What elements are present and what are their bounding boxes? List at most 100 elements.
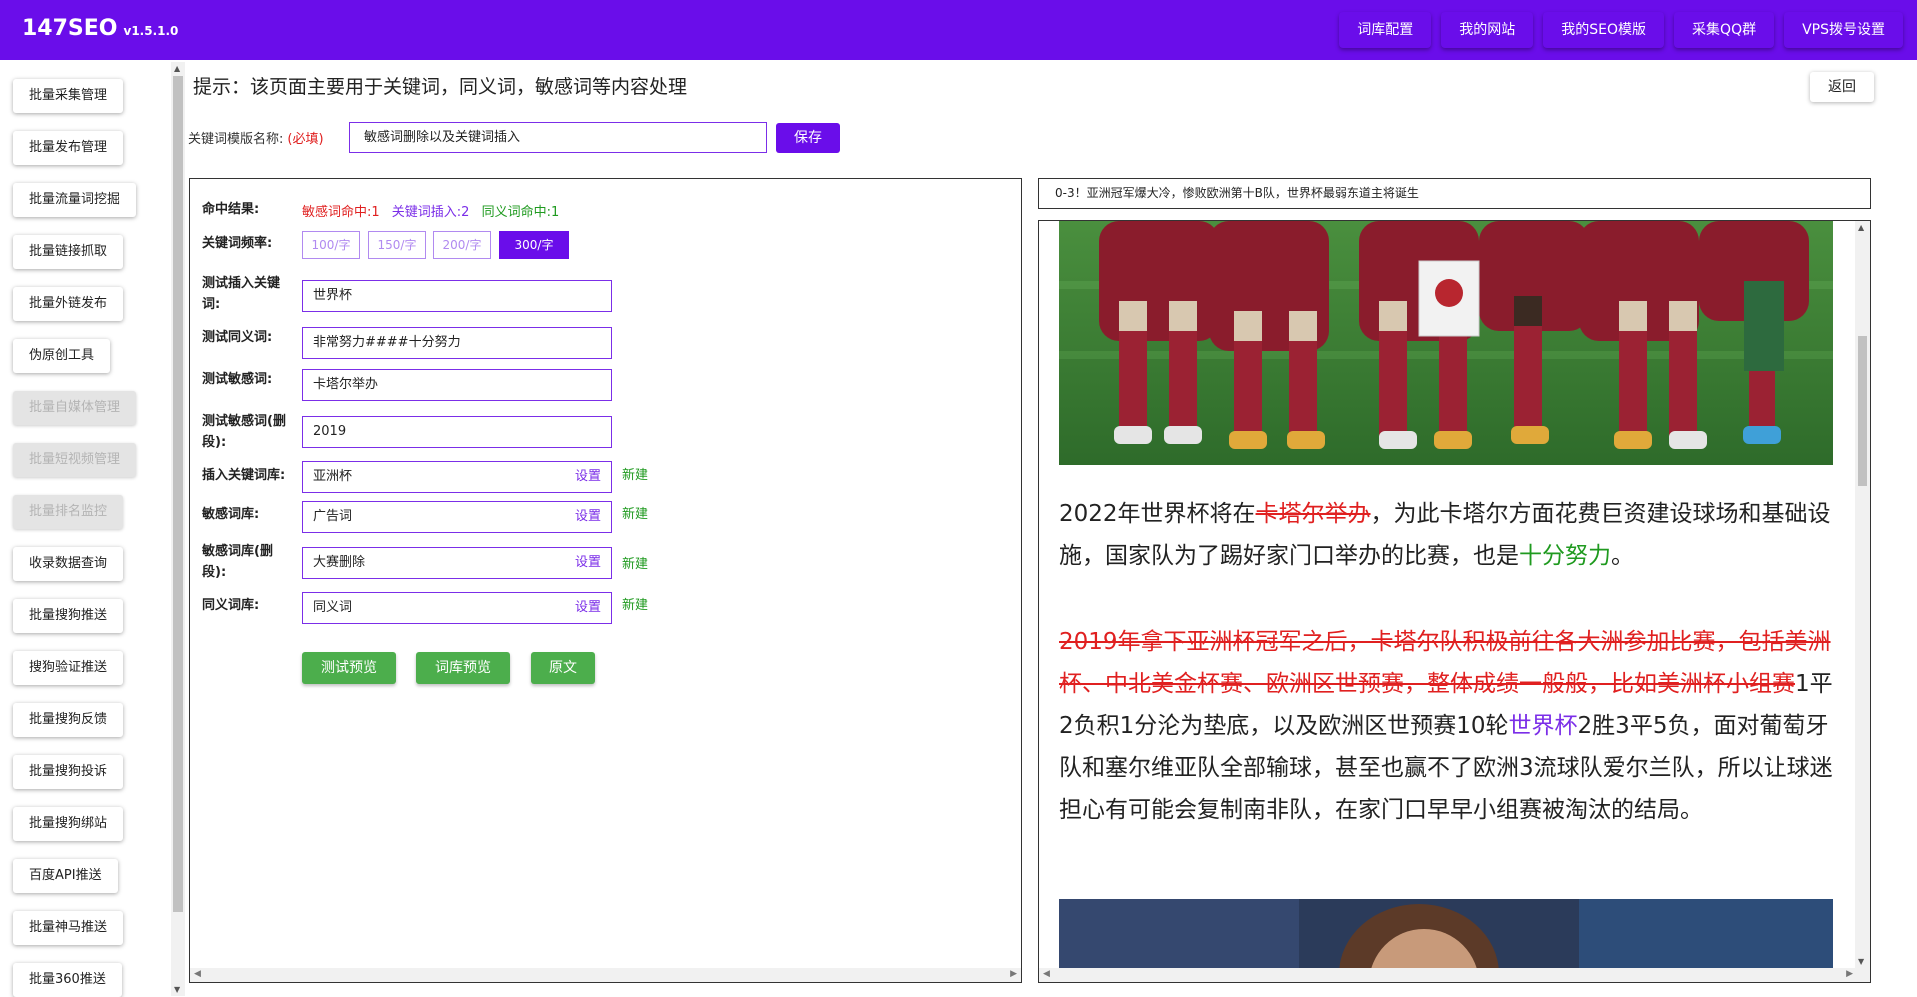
preview-hscrollbar[interactable]: ◀ ▶ [1039, 968, 1857, 982]
p1-synonym-word: 十分努力 [1519, 543, 1611, 569]
p2-deleted-segment: 2019年拿下亚洲杯冠军之后，卡塔尔队积极前往各大洲参加比赛，包括美洲杯、中北美… [1059, 629, 1831, 697]
sidebar-scroll-thumb[interactable] [173, 76, 183, 912]
test-synonym-input[interactable]: 非常努力####十分努力 [302, 327, 612, 359]
p1-text-a: 2022年世界杯将在 [1059, 501, 1256, 527]
freq-option-300[interactable]: 300/字 [499, 231, 569, 259]
sidebar: 批量采集管理 批量发布管理 批量流量词挖掘 批量链接抓取 批量外链发布 伪原创工… [0, 60, 170, 997]
preview-scroll-right-icon[interactable]: ▶ [1846, 969, 1853, 979]
sidebar-item-traffic-keyword[interactable]: 批量流量词挖掘 [13, 183, 137, 217]
article-image-player [1059, 899, 1833, 969]
sidebar-item-self-media: 批量自媒体管理 [13, 391, 137, 425]
sensitive-lib-value: 广告词 [313, 509, 353, 524]
hit-keyword-count: 关键词插入:2 [391, 205, 470, 220]
nav-vps-dialup[interactable]: VPS拨号设置 [1784, 12, 1903, 48]
test-keyword-input[interactable]: 世界杯 [302, 280, 612, 312]
sidebar-item-sogou-verify-push[interactable]: 搜狗验证推送 [13, 651, 124, 685]
keyword-lib-value: 亚洲杯 [313, 469, 353, 484]
sensitive-del-lib-label: 敏感词库(删段): [202, 544, 273, 580]
sensitive-del-lib-settings-link[interactable]: 设置 [575, 548, 601, 578]
sidebar-item-batch-publish[interactable]: 批量发布管理 [13, 131, 124, 165]
synonym-lib-new-link[interactable]: 新建 [622, 594, 648, 613]
keyword-lib-new-link[interactable]: 新建 [622, 464, 648, 483]
sidebar-item-index-query[interactable]: 收录数据查询 [13, 547, 124, 581]
sidebar-item-sogou-push[interactable]: 批量搜狗推送 [13, 599, 124, 633]
scroll-up-arrow-icon[interactable]: ▲ [174, 64, 180, 73]
app-brand: 147SEO v1.5.1.0 [22, 16, 178, 41]
nav-my-seo-templates[interactable]: 我的SEO模版 [1543, 12, 1665, 48]
brand-name: 147SEO [22, 16, 118, 41]
sidebar-item-baidu-api-push[interactable]: 百度API推送 [13, 859, 118, 893]
sidebar-item-sogou-feedback[interactable]: 批量搜狗反馈 [13, 703, 124, 737]
sensitive-del-lib-select[interactable]: 大赛删除 设置 [302, 547, 612, 579]
back-button[interactable]: 返回 [1810, 72, 1874, 102]
sidebar-item-backlink-publish[interactable]: 批量外链发布 [13, 287, 124, 321]
sensitive-lib-label: 敏感词库: [202, 507, 260, 522]
p1-sensitive-word: 卡塔尔举办 [1255, 501, 1371, 527]
article-paragraph-2: 2019年拿下亚洲杯冠军之后，卡塔尔队积极前往各大洲参加比赛，包括美洲杯、中北美… [1059, 621, 1839, 831]
hit-result-label: 命中结果: [202, 202, 260, 217]
keyword-settings-panel: 命中结果: 敏感词命中:1 关键词插入:2 同义词命中:1 关键词频率: 100… [189, 178, 1022, 983]
scroll-left-arrow-icon[interactable]: ◀ [194, 969, 201, 979]
preview-scroll-up-icon[interactable]: ▲ [1858, 223, 1864, 232]
sidebar-item-link-crawl[interactable]: 批量链接抓取 [13, 235, 124, 269]
preview-scroll-left-icon[interactable]: ◀ [1043, 969, 1050, 979]
synonym-lib-select[interactable]: 同义词 设置 [302, 592, 612, 624]
sidebar-item-sogou-bind[interactable]: 批量搜狗绑站 [13, 807, 124, 841]
article-paragraph-1: 2022年世界杯将在卡塔尔举办，为此卡塔尔方面花费巨资建设球场和基础设施，国家队… [1059, 493, 1839, 577]
sensitive-del-lib-value: 大赛删除 [313, 555, 366, 570]
p1-text-c: 。 [1611, 543, 1634, 569]
sensitive-del-lib-new-link[interactable]: 新建 [622, 553, 648, 572]
sidebar-item-360-push[interactable]: 批量360推送 [13, 963, 122, 997]
test-sensitive-label: 测试敏感词: [202, 372, 273, 387]
p2-inserted-keyword: 世界杯 [1508, 713, 1578, 739]
sensitive-lib-select[interactable]: 广告词 设置 [302, 501, 612, 533]
article-image-football-team [1059, 221, 1833, 465]
freq-option-100[interactable]: 100/字 [302, 231, 360, 259]
sidebar-item-batch-collect[interactable]: 批量采集管理 [13, 79, 124, 113]
template-name-label-text: 关键词模版名称: [188, 132, 284, 147]
nav-my-sites[interactable]: 我的网站 [1441, 12, 1534, 48]
preview-scroll-down-icon[interactable]: ▼ [1858, 957, 1864, 966]
freq-option-150[interactable]: 150/字 [368, 231, 426, 259]
sidebar-item-sogou-complaint[interactable]: 批量搜狗投诉 [13, 755, 124, 789]
nav-word-library[interactable]: 词库配置 [1339, 12, 1432, 48]
template-name-input[interactable]: 敏感词删除以及关键词插入 [349, 122, 767, 153]
sidebar-item-pseudo-original[interactable]: 伪原创工具 [13, 339, 111, 373]
football-team-photo [1059, 221, 1833, 465]
top-nav: 词库配置 我的网站 我的SEO模版 采集QQ群 VPS拨号设置 [1339, 12, 1903, 48]
template-name-label: 关键词模版名称: (必填) [188, 128, 324, 147]
keyword-lib-settings-link[interactable]: 设置 [575, 462, 601, 492]
brand-version: v1.5.1.0 [123, 24, 179, 38]
synonym-lib-label: 同义词库: [202, 598, 260, 613]
save-button[interactable]: 保存 [776, 123, 840, 153]
sensitive-lib-new-link[interactable]: 新建 [622, 503, 648, 522]
scroll-down-arrow-icon[interactable]: ▼ [174, 985, 180, 994]
keyword-lib-select[interactable]: 亚洲杯 设置 [302, 461, 612, 493]
preview-article-title: 0-3！亚洲冠军爆大冷，惨败欧洲第十B队，世界杯最弱东道主将诞生 [1038, 178, 1871, 209]
test-sensitive-del-label: 测试敏感词(删段): [202, 414, 286, 450]
scroll-right-arrow-icon[interactable]: ▶ [1010, 969, 1017, 979]
test-sensitive-input[interactable]: 卡塔尔举办 [302, 369, 612, 401]
library-preview-button[interactable]: 词库预览 [416, 652, 510, 684]
nav-qq-group[interactable]: 采集QQ群 [1674, 12, 1775, 48]
player-photo [1059, 899, 1833, 969]
freq-option-200[interactable]: 200/字 [433, 231, 491, 259]
test-sensitive-del-input[interactable]: 2019 [302, 416, 612, 448]
required-mark: (必填) [287, 132, 324, 147]
sensitive-lib-settings-link[interactable]: 设置 [575, 502, 601, 532]
hit-sensitive-count: 敏感词命中:1 [302, 205, 380, 220]
left-panel-hscrollbar[interactable]: ◀ ▶ [190, 968, 1021, 982]
sidebar-item-short-video: 批量短视频管理 [13, 443, 137, 477]
article-preview-panel[interactable]: 2022年世界杯将在卡塔尔举办，为此卡塔尔方面花费巨资建设球场和基础设施，国家队… [1038, 220, 1871, 983]
preview-scroll-thumb[interactable] [1858, 336, 1867, 486]
preview-vscrollbar[interactable]: ▲ ▼ [1855, 221, 1870, 982]
test-synonym-label: 测试同义词: [202, 330, 273, 345]
sidebar-item-shenma-push[interactable]: 批量神马推送 [13, 911, 124, 945]
synonym-lib-settings-link[interactable]: 设置 [575, 593, 601, 623]
sidebar-scrollbar[interactable]: ▲ ▼ [171, 62, 185, 996]
sidebar-item-rank-monitor: 批量排名监控 [13, 495, 124, 529]
hit-synonym-count: 同义词命中:1 [481, 205, 560, 220]
original-text-button[interactable]: 原文 [531, 652, 595, 684]
test-keyword-label: 测试插入关键词: [202, 276, 281, 312]
test-preview-button[interactable]: 测试预览 [302, 652, 396, 684]
